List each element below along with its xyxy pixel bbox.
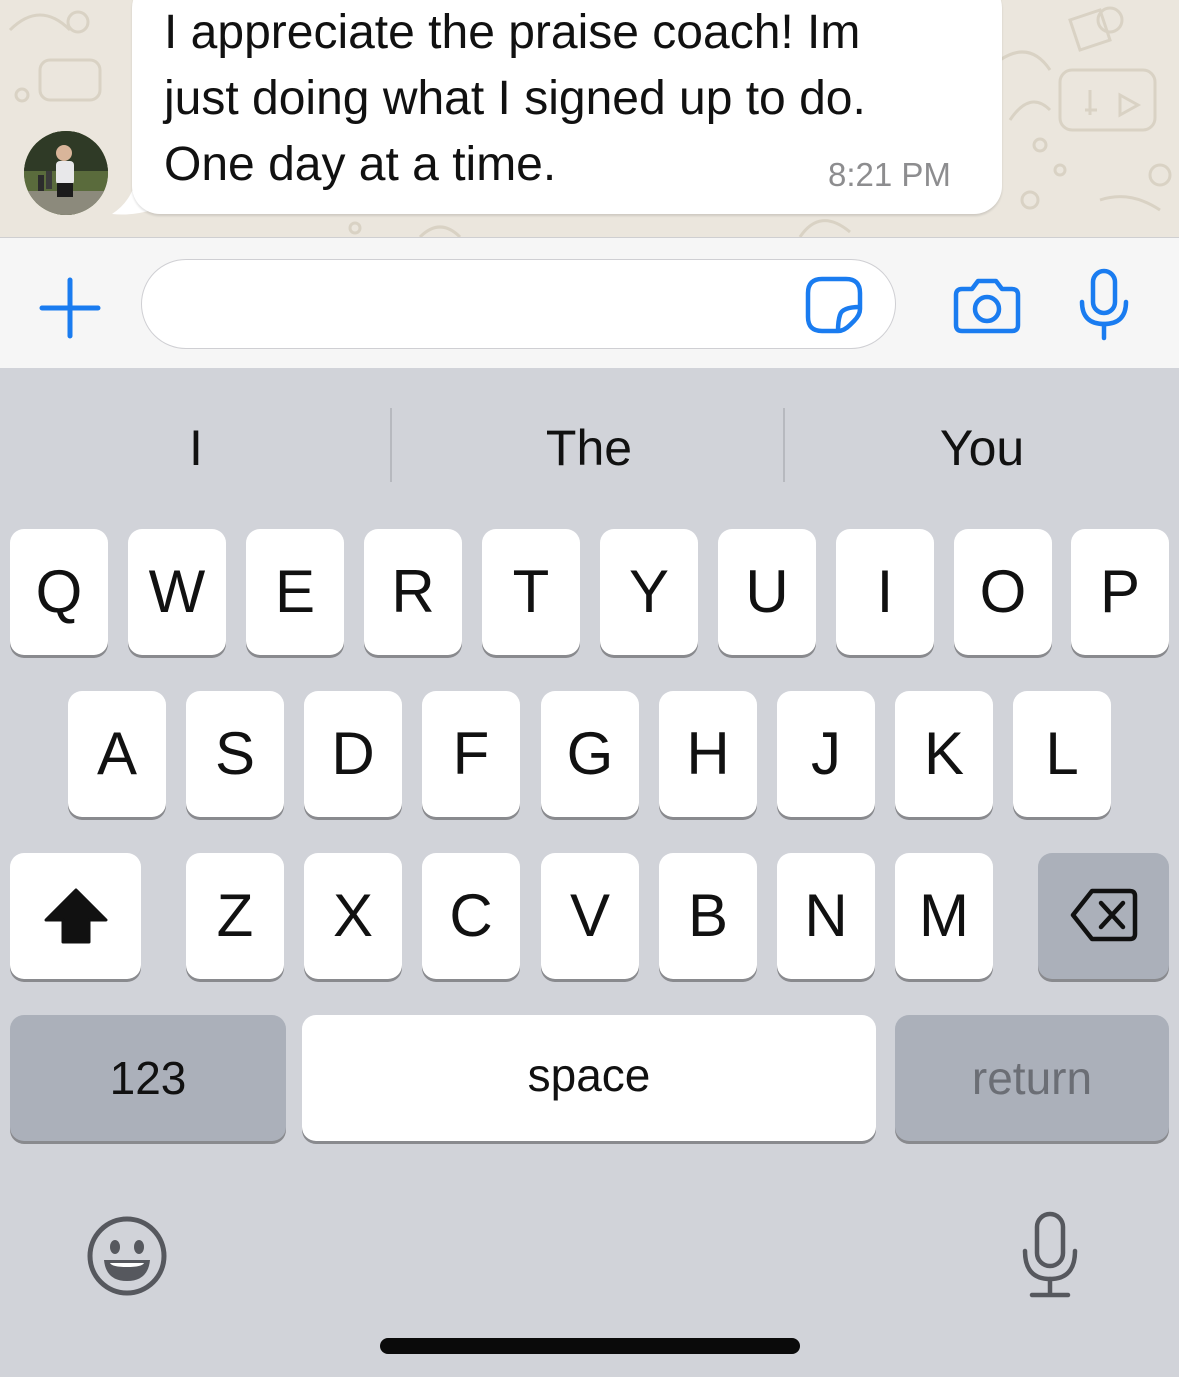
key-j[interactable]: J (777, 691, 875, 817)
space-key[interactable]: space (302, 1015, 876, 1141)
key-p[interactable]: P (1071, 529, 1169, 655)
sticker-icon[interactable] (804, 275, 864, 335)
key-g[interactable]: G (541, 691, 639, 817)
key-y[interactable]: Y (600, 529, 698, 655)
key-t[interactable]: T (482, 529, 580, 655)
key-c[interactable]: C (422, 853, 520, 979)
key-z[interactable]: Z (186, 853, 284, 979)
key-k[interactable]: K (895, 691, 993, 817)
home-indicator[interactable] (380, 1338, 800, 1354)
plus-icon[interactable] (36, 274, 104, 342)
key-w[interactable]: W (128, 529, 226, 655)
key-u[interactable]: U (718, 529, 816, 655)
camera-icon[interactable] (952, 277, 1022, 335)
avatar-photo (24, 131, 108, 215)
message-timestamp: 8:21 PM (828, 156, 951, 193)
keyboard: I The You Q W E R T Y U I O P A S D F G … (0, 368, 1179, 1377)
return-key[interactable]: return (895, 1015, 1169, 1141)
suggestion-3[interactable]: You (786, 408, 1178, 488)
suggestion-divider (390, 408, 392, 482)
key-r[interactable]: R (364, 529, 462, 655)
key-x[interactable]: X (304, 853, 402, 979)
message-input[interactable] (141, 259, 896, 349)
key-o[interactable]: O (954, 529, 1052, 655)
key-n[interactable]: N (777, 853, 875, 979)
key-b[interactable]: B (659, 853, 757, 979)
key-l[interactable]: L (1013, 691, 1111, 817)
key-h[interactable]: H (659, 691, 757, 817)
shift-icon (44, 888, 108, 944)
shift-key[interactable] (10, 853, 141, 979)
message-input-bar (0, 237, 1179, 368)
suggestion-1[interactable]: I (0, 408, 392, 488)
key-d[interactable]: D (304, 691, 402, 817)
backspace-key[interactable] (1038, 853, 1169, 979)
chat-area: I appreciate the praise coach! Im just d… (0, 0, 1179, 237)
screen: I appreciate the praise coach! Im just d… (0, 0, 1179, 1377)
dictation-icon[interactable] (1020, 1211, 1080, 1299)
microphone-icon[interactable] (1076, 268, 1132, 342)
key-f[interactable]: F (422, 691, 520, 817)
key-s[interactable]: S (186, 691, 284, 817)
key-i[interactable]: I (836, 529, 934, 655)
key-q[interactable]: Q (10, 529, 108, 655)
backspace-icon (1070, 888, 1138, 942)
emoji-icon[interactable] (86, 1215, 168, 1297)
key-v[interactable]: V (541, 853, 639, 979)
key-m[interactable]: M (895, 853, 993, 979)
numbers-key[interactable]: 123 (10, 1015, 286, 1141)
suggestion-2[interactable]: The (393, 408, 785, 488)
key-a[interactable]: A (68, 691, 166, 817)
key-e[interactable]: E (246, 529, 344, 655)
contact-avatar[interactable] (24, 131, 108, 215)
suggestion-divider (783, 408, 785, 482)
